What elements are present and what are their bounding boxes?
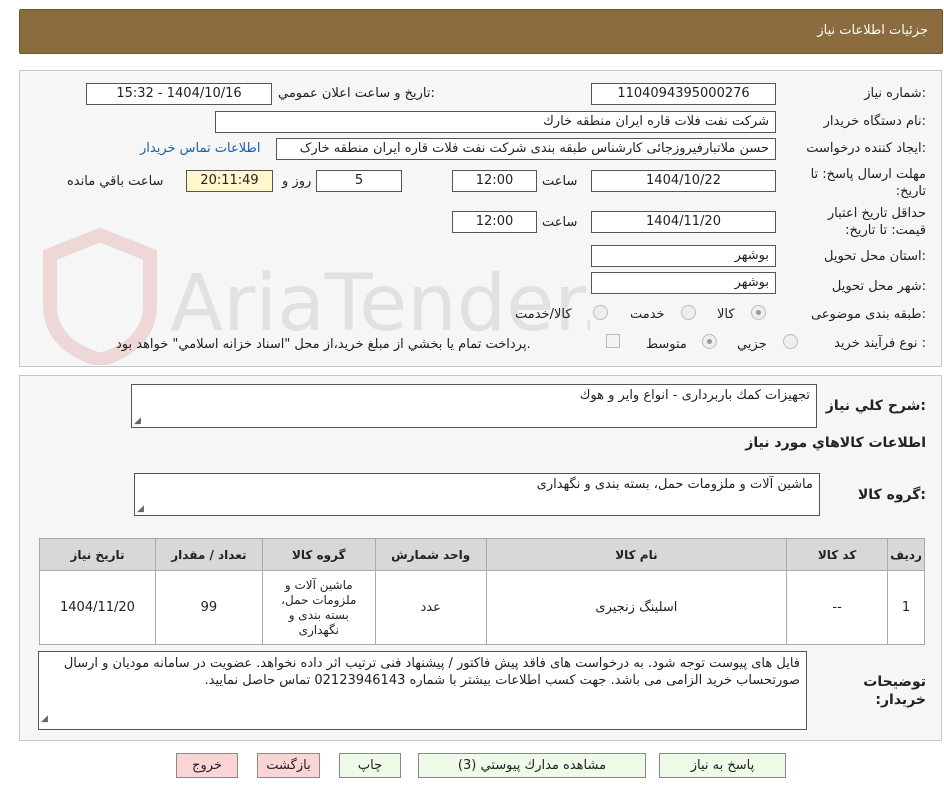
remaining-label: ساعت باقي مانده (67, 174, 164, 189)
resize-grip-icon[interactable]: ◢ (134, 416, 141, 426)
time-left-field: 20:11:49 (186, 170, 273, 192)
need-number-field: 1104094395000276 (591, 83, 776, 105)
general-desc-textarea[interactable]: تجهيزات كمك باربرداری - انواع واير و هوك… (131, 384, 817, 428)
reply-button[interactable]: پاسخ به نياز (659, 753, 786, 778)
validity-date-field: 1404/11/20 (591, 211, 776, 233)
category-option-service: خدمت (630, 307, 665, 322)
buyer-notes-text: فایل های پیوست توجه شود. به درخواست های … (63, 656, 800, 688)
buyer-org-field: شركت نفت فلات قاره ايران منطقه خارك (215, 111, 776, 133)
process-radio-minor[interactable] (783, 334, 798, 349)
category-radio-service[interactable] (681, 305, 696, 320)
exit-button[interactable]: خروج (176, 753, 238, 778)
cell-unit: عدد (374, 570, 487, 645)
buyer-org-label: نام دستگاه خريدار: (823, 114, 926, 129)
table-header-row: رديف كد كالا نام كالا واحد شمارش گروه كا… (39, 538, 925, 571)
cell-name: اسلینگ زنجیری (485, 570, 788, 645)
col-code: كد كالا (786, 538, 889, 571)
cell-qty: 99 (154, 570, 263, 645)
city-label: شهر محل تحويل: (831, 279, 926, 294)
general-desc-text: تجهيزات كمك باربرداری - انواع واير و هوك (579, 388, 810, 403)
cell-date: 1404/11/20 (39, 570, 156, 645)
process-type-label: نوع فرآيند خريد : (834, 336, 926, 351)
category-label: طبقه بندی موضوعی: (810, 307, 926, 322)
page-title: جزئیات اطلاعات نیاز (817, 23, 928, 38)
province-label: استان محل تحويل: (824, 249, 926, 264)
attachments-button[interactable]: مشاهده مدارك پيوستي (3) (418, 753, 646, 778)
col-group: گروه كالا (261, 538, 376, 571)
goods-group-text: ماشين آلات و ملزومات حمل، بسته بندی و نگ… (536, 477, 813, 492)
announce-datetime-label: تاریخ و ساعت اعلان عمومي: (278, 86, 435, 101)
send-time-field: 12:00 (452, 170, 537, 192)
need-number-label: شماره نیاز: (864, 86, 926, 101)
buyer-notes-textarea[interactable]: فایل های پیوست توجه شود. به درخواست های … (38, 651, 807, 730)
category-option-goods-service: كالا/خدمت (515, 307, 572, 322)
resize-grip-icon[interactable]: ◢ (137, 504, 144, 514)
buyer-notes-label: توضيحات خريدار: (863, 674, 926, 708)
goods-group-textarea[interactable]: ماشين آلات و ملزومات حمل، بسته بندی و نگ… (134, 473, 820, 516)
items-table: رديف كد كالا نام كالا واحد شمارش گروه كا… (39, 538, 925, 645)
category-radio-goods[interactable] (751, 305, 766, 320)
process-option-minor: جزيي (737, 337, 767, 352)
cell-row: 1 (887, 570, 925, 645)
process-radio-medium[interactable] (702, 334, 717, 349)
validity-time-field: 12:00 (452, 211, 537, 233)
general-desc-label: شرح كلي نياز: (825, 398, 926, 414)
announce-datetime-field: 1404/10/16 - 15:32 (86, 83, 272, 105)
back-button[interactable]: بازگشت (257, 753, 320, 778)
table-row: 1 -- اسلینگ زنجیری عدد ماشين آلات و ملزو… (39, 570, 925, 645)
process-option-medium: متوسط (646, 337, 687, 352)
send-time-label: ساعت (542, 174, 578, 189)
resize-grip-icon[interactable]: ◢ (41, 711, 48, 728)
items-info-title: اطلاعات كالاهاي مورد نياز (745, 435, 926, 451)
buyer-contact-link[interactable]: اطلاعات تماس خريدار (140, 141, 260, 156)
category-radio-goods-service[interactable] (593, 305, 608, 320)
city-field: بوشهر (591, 272, 776, 294)
col-date: تاريخ نياز (39, 538, 156, 571)
col-name: نام كالا (485, 538, 788, 571)
requester-label: ايجاد كننده درخواست: (806, 141, 926, 156)
cell-group: ماشين آلات و ملزومات حمل، بسته بندی و نگ… (261, 570, 376, 645)
category-option-goods: كالا (717, 307, 735, 322)
cell-code: -- (786, 570, 889, 645)
col-qty: تعداد / مقدار (154, 538, 263, 571)
page-header: جزئیات اطلاعات نیاز (19, 9, 943, 54)
goods-group-label: گروه كالا: (857, 487, 926, 503)
days-left-field: 5 (316, 170, 402, 192)
requester-field: حسن ملاتبارفیروزجائی کارشناس طبقه بندی ش… (276, 138, 776, 160)
print-button[interactable]: چاپ (339, 753, 401, 778)
send-deadline-label: مهلت ارسال پاسخ: تا تاريخ: (810, 167, 926, 199)
send-date-field: 1404/10/22 (591, 170, 776, 192)
treasury-payment-checkbox[interactable] (606, 334, 620, 348)
payment-note: پرداخت تمام يا بخشي از مبلغ خريد،از محل … (116, 337, 531, 352)
col-unit: واحد شمارش (374, 538, 487, 571)
province-field: بوشهر (591, 245, 776, 267)
day-and-label: روز و (282, 174, 312, 189)
validity-time-label: ساعت (542, 215, 578, 230)
col-row: رديف (887, 538, 925, 571)
watermark-text: AriaTender.net (170, 259, 590, 349)
price-validity-label: حداقل تاريخ اعتبار قيمت: تا تاريخ: (827, 206, 926, 238)
